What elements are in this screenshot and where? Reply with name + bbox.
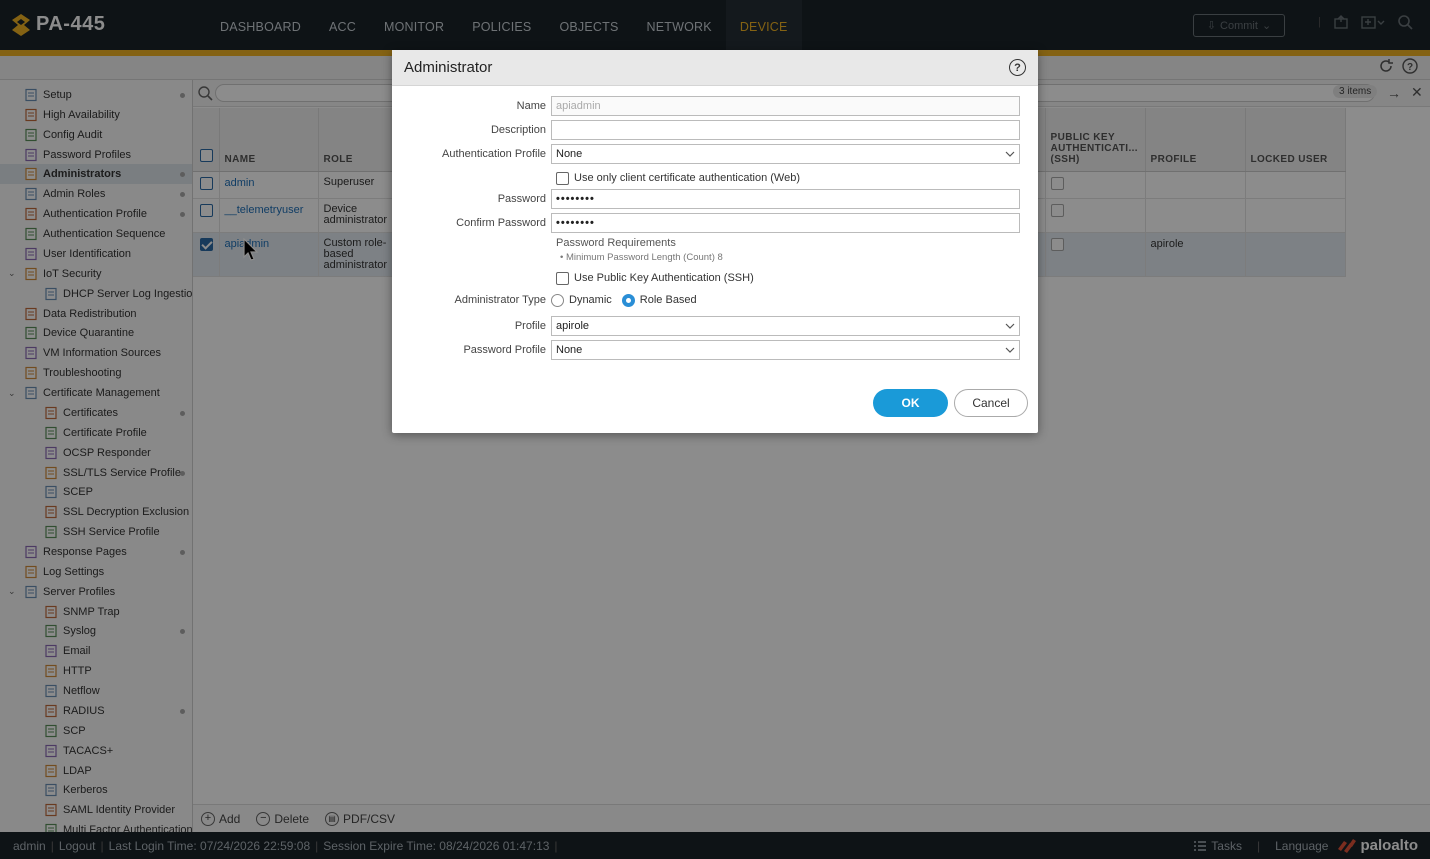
password-field[interactable]: •••••••• [551, 189, 1020, 209]
password-profile-label: Password Profile [463, 344, 546, 356]
description-field[interactable] [551, 120, 1020, 140]
radio-selected-icon [621, 293, 635, 307]
confirm-password-field[interactable]: •••••••• [551, 213, 1020, 233]
client-cert-label: Use only client certificate authenticati… [574, 172, 801, 184]
name-field[interactable]: apiadmin [551, 96, 1020, 116]
admin-type-dynamic-radio[interactable]: Dynamic [551, 293, 612, 307]
admin-type-row: Administrator Type Dynamic Role Based [392, 290, 697, 310]
auth-profile-select[interactable]: None [551, 144, 1020, 164]
name-label: Name [516, 100, 546, 112]
auth-profile-value: None [556, 148, 583, 160]
administrator-dialog: Administrator ? Name apiadmin Descriptio… [392, 50, 1038, 433]
public-key-label: Use Public Key Authentication (SSH) [574, 272, 754, 284]
password-row: Password •••••••• [392, 189, 1020, 209]
name-row: Name apiadmin [392, 96, 1020, 116]
description-label: Description [490, 124, 546, 136]
auth-profile-label: Authentication Profile [442, 148, 546, 160]
cancel-button[interactable]: Cancel [954, 389, 1028, 417]
dialog-title: Administrator [404, 59, 493, 76]
admin-type-label: Administrator Type [454, 294, 546, 306]
public-key-row: Use Public Key Authentication (SSH) [556, 268, 754, 288]
checkbox-box [556, 171, 569, 185]
password-requirements-item: • Minimum Password Length (Count) 8 [560, 252, 723, 263]
dialog-help-icon[interactable]: ? [1009, 59, 1026, 76]
profile-select[interactable]: apirole [551, 316, 1020, 336]
requirement-text: Minimum Password Length (Count) 8 [565, 252, 723, 263]
confirm-password-row: Confirm Password •••••••• [392, 213, 1020, 233]
radio-icon [551, 293, 564, 307]
public-key-checkbox[interactable]: Use Public Key Authentication (SSH) [556, 271, 754, 285]
profile-value: apirole [556, 320, 590, 332]
password-requirements-title: Password Requirements [556, 237, 676, 249]
admin-type-role-based-radio[interactable]: Role Based [621, 293, 697, 307]
password-profile-value: None [556, 344, 583, 356]
password-profile-select[interactable]: None [551, 340, 1020, 360]
auth-profile-row: Authentication Profile None [392, 144, 1020, 164]
dynamic-label: Dynamic [569, 294, 612, 306]
chevron-down-icon [1005, 323, 1015, 329]
chevron-down-icon [1005, 151, 1015, 157]
role-based-label: Role Based [639, 294, 697, 306]
password-label: Password [497, 193, 546, 205]
client-cert-row: Use only client certificate authenticati… [556, 168, 800, 188]
password-profile-row: Password Profile None [392, 340, 1020, 360]
ok-button[interactable]: OK [873, 389, 948, 417]
profile-label: Profile [514, 320, 546, 332]
description-row: Description [392, 120, 1020, 140]
checkbox-box [556, 271, 569, 285]
client-cert-checkbox[interactable]: Use only client certificate authenticati… [556, 171, 801, 185]
dialog-header: Administrator [392, 50, 1038, 86]
chevron-down-icon [1005, 347, 1015, 353]
confirm-password-label: Confirm Password [456, 217, 546, 229]
profile-row: Profile apirole [392, 316, 1020, 336]
